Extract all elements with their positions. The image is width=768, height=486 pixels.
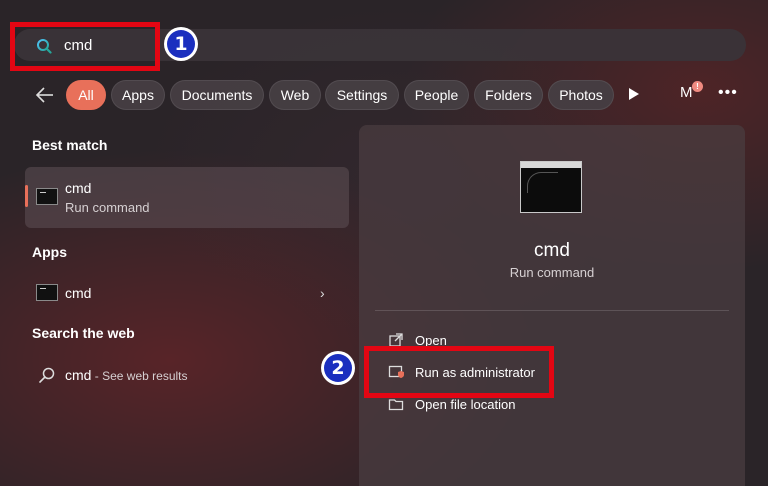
action-open-file-location[interactable]: Open file location [415,397,515,412]
annotation-badge-1-label: 1 [167,30,195,58]
best-match-card[interactable] [25,167,349,228]
details-subtitle: Run command [509,265,595,280]
divider [375,310,729,311]
back-arrow-icon[interactable] [34,84,56,106]
filter-settings[interactable]: Settings [325,80,399,110]
more-icon[interactable]: ••• [718,84,738,104]
web-result-text: cmd - See web results [65,367,188,385]
web-result-title: cmd [65,367,92,383]
cmd-icon [36,284,58,301]
filter-all[interactable]: All [66,80,106,110]
folder-icon [388,399,404,411]
best-match-title: cmd [65,180,92,196]
details-title: cmd [534,240,570,261]
annotation-badge-2-label: 2 [324,354,352,382]
search-web-heading: Search the web [32,325,135,341]
chevron-right-icon[interactable]: › [320,285,325,301]
best-match-subtitle: Run command [65,200,150,215]
annotation-badge-1: 1 [164,27,198,61]
filter-photos[interactable]: Photos [548,80,614,110]
best-match-heading: Best match [32,137,108,153]
search-icon [39,367,55,383]
play-icon[interactable] [629,88,639,100]
filter-documents[interactable]: Documents [170,80,264,110]
apps-heading: Apps [32,244,67,260]
apps-item-title: cmd [65,285,92,301]
filter-apps[interactable]: Apps [111,80,165,110]
notification-badge: ! [692,81,703,92]
filter-folders[interactable]: Folders [474,80,543,110]
cmd-icon [36,188,58,205]
annotation-badge-2: 2 [321,351,355,385]
filter-people[interactable]: People [404,80,469,110]
filter-web[interactable]: Web [269,80,321,110]
selection-indicator [25,185,28,207]
cmd-icon [520,161,582,213]
annotation-box-search [10,22,160,71]
web-result-suffix: - See web results [91,369,188,383]
annotation-box-run-as-admin [364,346,554,398]
